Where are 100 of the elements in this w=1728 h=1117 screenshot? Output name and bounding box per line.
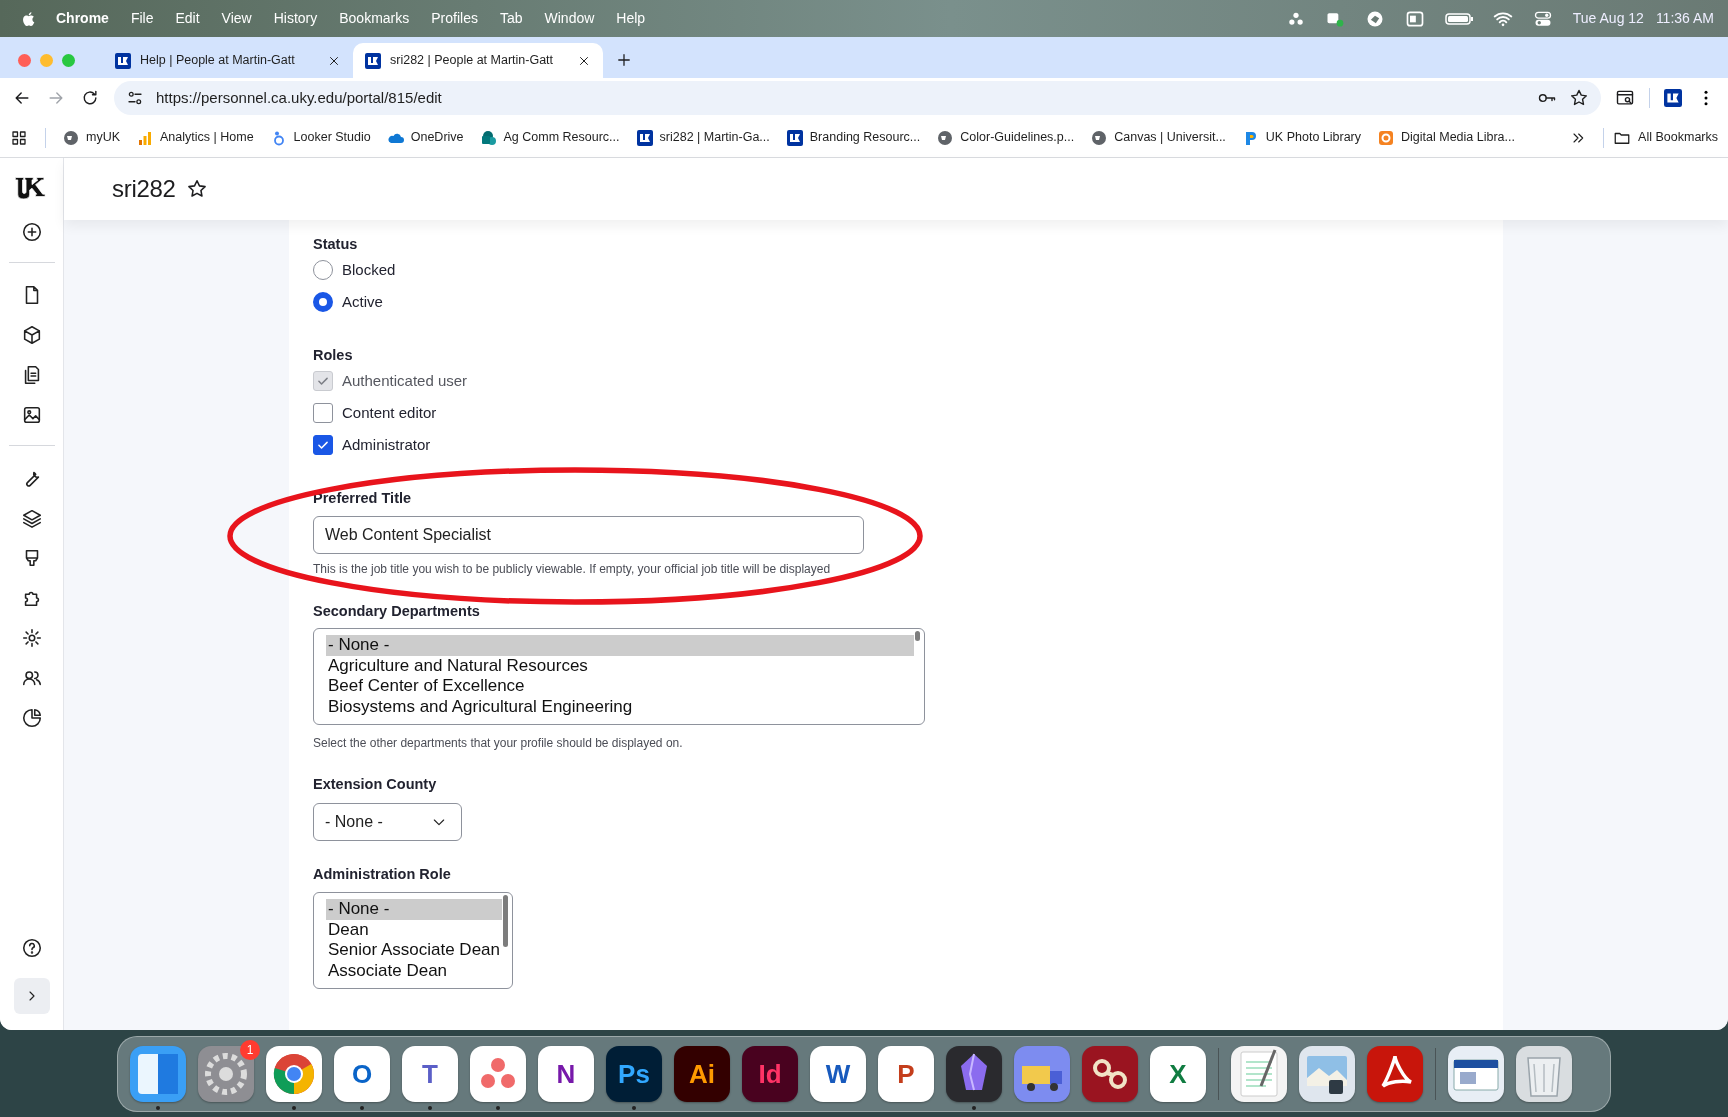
- menu-item[interactable]: History: [273, 8, 318, 29]
- field-label: Status: [313, 235, 358, 254]
- bookmark-link[interactable]: Analytics | Home: [137, 128, 254, 147]
- list-option[interactable]: - None -: [326, 899, 502, 920]
- list-option[interactable]: Dean: [326, 919, 502, 941]
- browser-tab[interactable]: Help | People at Martin-Gatt: [103, 43, 353, 78]
- truck-app-icon[interactable]: [1014, 1046, 1070, 1102]
- apps-grid-icon[interactable]: [10, 128, 28, 147]
- list-option[interactable]: Biosystems and Agricultural Engineering: [326, 697, 914, 718]
- notification-badge: 1: [240, 1040, 260, 1060]
- document-app-icon[interactable]: [1367, 1046, 1423, 1102]
- star-icon[interactable]: [185, 178, 208, 200]
- page-title: sri282: [112, 174, 176, 204]
- plus-icon[interactable]: [615, 51, 633, 69]
- field-label: Roles: [313, 346, 353, 365]
- app-icon[interactable]: X: [1150, 1046, 1206, 1102]
- list-option[interactable]: Associate Dean: [326, 961, 502, 982]
- app-icon[interactable]: T: [402, 1046, 458, 1102]
- pie-chart-icon[interactable]: [20, 707, 43, 729]
- app-icon[interactable]: O: [334, 1046, 390, 1102]
- browser-tab[interactable]: sri282 | People at Martin-Gatt: [353, 43, 603, 78]
- extension-icon[interactable]: [1664, 89, 1682, 107]
- list-option[interactable]: - None -: [326, 635, 914, 656]
- field-label: Administration Role: [313, 865, 451, 884]
- app-menu[interactable]: Chrome: [56, 8, 109, 29]
- menu-item[interactable]: View: [221, 8, 252, 29]
- window-app-icon[interactable]: [1448, 1046, 1504, 1102]
- bookmark-link[interactable]: All Bookmarks: [1613, 128, 1718, 147]
- add-icon[interactable]: [20, 221, 43, 243]
- option-label: Active: [342, 291, 383, 312]
- trash-icon[interactable]: [1516, 1046, 1572, 1102]
- clock-text: 11:36 AM: [1655, 9, 1714, 28]
- shield-icon: [365, 52, 381, 69]
- bookmark-link[interactable]: Ag Comm Resourc...: [480, 128, 620, 147]
- bookmark-link[interactable]: myUK: [63, 128, 121, 147]
- scrollbar-thumb[interactable]: [915, 631, 920, 641]
- select-field[interactable]: - None -: [313, 803, 462, 841]
- bookmark-link[interactable]: Branding Resourc...: [786, 128, 921, 147]
- bookmark-link[interactable]: Canvas | Universit...: [1091, 128, 1226, 147]
- option-label: Content editor: [342, 402, 437, 423]
- library-icon: [1378, 129, 1395, 146]
- gem-app-icon[interactable]: [946, 1046, 1002, 1102]
- text-input[interactable]: Web Content Specialist: [313, 516, 864, 554]
- app-icon[interactable]: W: [810, 1046, 866, 1102]
- notepad-app-icon[interactable]: [1231, 1046, 1287, 1102]
- app-icon[interactable]: Ps: [606, 1046, 662, 1102]
- shield-icon: [115, 52, 131, 69]
- bookmark-link[interactable]: Digital Media Libra...: [1378, 128, 1515, 147]
- layers-icon[interactable]: [20, 507, 43, 529]
- help-icon[interactable]: [20, 937, 43, 959]
- list-option[interactable]: Agriculture and Natural Resources: [326, 655, 914, 677]
- sharepoint-icon: [480, 129, 497, 146]
- list-option[interactable]: Beef Center of Excellence: [326, 676, 914, 698]
- scrollbar-thumb[interactable]: [503, 895, 508, 947]
- list-box[interactable]: - None - Agriculture and Natural Resources Beef Center of Excellence Biosystems and Agricultural Engineering: [313, 628, 925, 725]
- checkbox[interactable]: [313, 435, 333, 455]
- shield-icon: [786, 129, 803, 146]
- star-icon[interactable]: [1569, 88, 1589, 108]
- shield-icon: [636, 129, 653, 146]
- dots-app-icon[interactable]: [470, 1046, 526, 1102]
- bookmark-link[interactable]: sri282 | Martin-Ga...: [636, 128, 770, 147]
- bookmark-link[interactable]: OneDrive: [387, 128, 464, 147]
- menu-item[interactable]: File: [130, 8, 154, 29]
- split-square-app-icon[interactable]: [130, 1046, 186, 1102]
- globe-icon: [937, 129, 954, 146]
- bookmark-link[interactable]: UK Photo Library: [1242, 128, 1362, 147]
- field-label: Extension County: [313, 775, 437, 794]
- menu-item[interactable]: Help: [616, 8, 646, 29]
- app-icon[interactable]: Ai: [674, 1046, 730, 1102]
- list-option[interactable]: Senior Associate Dean: [326, 940, 502, 962]
- app-icon[interactable]: P: [878, 1046, 934, 1102]
- menu-item[interactable]: Edit: [175, 8, 200, 29]
- app-icon[interactable]: N: [538, 1046, 594, 1102]
- menu-item[interactable]: Window: [544, 8, 595, 29]
- date-text: Tue Aug 12: [1572, 9, 1644, 28]
- radio-button[interactable]: [313, 260, 333, 280]
- settings-icon[interactable]: [20, 627, 43, 649]
- field-label: Preferred Title: [313, 489, 412, 508]
- help-text: Select the other departments that your profile should be displayed on.: [313, 735, 684, 751]
- globe-icon: [63, 129, 79, 146]
- link-app-icon[interactable]: [1082, 1046, 1138, 1102]
- globe-icon: [1091, 129, 1108, 146]
- tune-icon[interactable]: [126, 89, 144, 107]
- menu-item[interactable]: Profiles: [431, 8, 478, 29]
- bookmark-link[interactable]: Looker Studio: [270, 128, 371, 147]
- app-icon[interactable]: Id: [742, 1046, 798, 1102]
- option-label: Authenticated user: [342, 370, 468, 391]
- radio-button[interactable]: [313, 292, 333, 312]
- gear-app-icon[interactable]: [198, 1046, 254, 1102]
- bookmark-link[interactable]: Color-Guidelines.p...: [937, 128, 1075, 147]
- address-bar[interactable]: https://personnel.ca.uky.edu/portal/815/edit: [114, 81, 1601, 115]
- photo-app-icon[interactable]: [1299, 1046, 1355, 1102]
- tab-search-icon[interactable]: [1615, 88, 1635, 108]
- option-label: Administrator: [342, 434, 431, 455]
- help-text: This is the job title you wish to be publicly viewable. If empty, your official job title will be displayed: [313, 561, 832, 577]
- menu-item[interactable]: Bookmarks: [339, 8, 410, 29]
- checkbox[interactable]: [313, 403, 333, 423]
- list-box[interactable]: - None - Dean Senior Associate Dean Associate Dean: [313, 892, 513, 989]
- menu-item[interactable]: Tab: [499, 8, 523, 29]
- browser-app-icon[interactable]: [266, 1046, 322, 1102]
